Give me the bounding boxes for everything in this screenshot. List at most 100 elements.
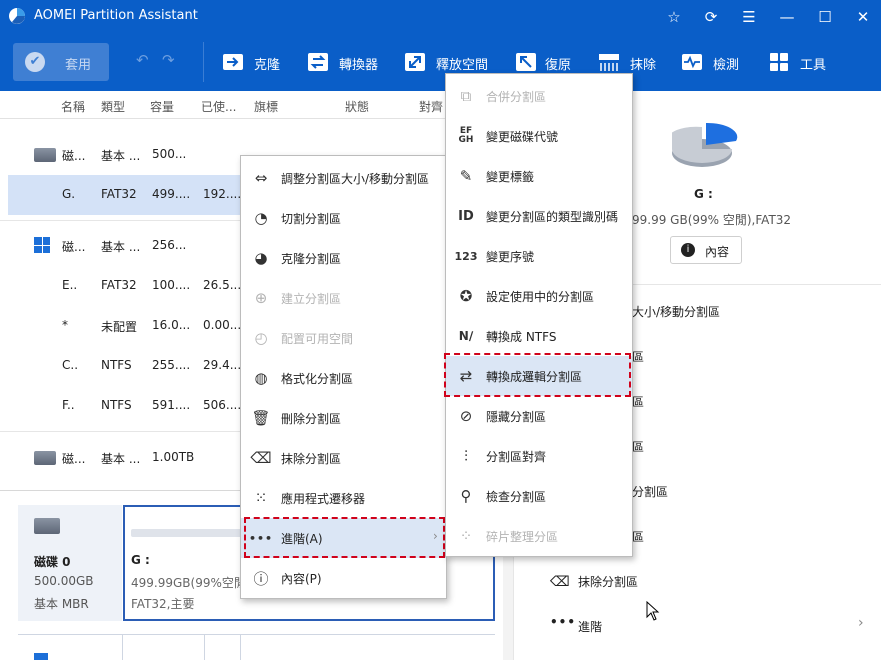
usage-bar bbox=[131, 529, 251, 537]
apply-button[interactable]: ✔ 套用 bbox=[13, 43, 109, 81]
menu-icon[interactable]: ☰ bbox=[738, 6, 760, 28]
row-type: 基本 ... bbox=[101, 240, 141, 254]
refresh-icon[interactable]: ⟳ bbox=[700, 6, 722, 28]
split-icon: ◔ bbox=[254, 209, 268, 227]
op-advanced[interactable]: 進階 bbox=[578, 618, 602, 635]
col-flag[interactable]: 旗標 bbox=[254, 98, 278, 115]
menu-delete-partition[interactable]: 🗑 刪除分割區 bbox=[241, 398, 446, 438]
redo-icon[interactable]: ↷ bbox=[162, 51, 175, 69]
menu-allocate-space[interactable]: ◴ 配置可用空間 bbox=[241, 318, 446, 358]
menu-defrag[interactable]: ⁘ 碎片整理分區 bbox=[446, 516, 632, 556]
row-capacity: 256... bbox=[152, 238, 187, 252]
partition-name: G : bbox=[131, 553, 150, 567]
pie-chart-icon bbox=[672, 122, 738, 167]
col-name[interactable]: 名稱 bbox=[61, 98, 85, 115]
serial-icon: 123 bbox=[454, 249, 478, 263]
menu-resize-partition[interactable]: ⇔ 調整分割區大小/移動分割區 bbox=[241, 158, 446, 198]
menu-label: 變更標籤 bbox=[486, 170, 535, 184]
id-icon: ID bbox=[458, 208, 474, 224]
resize-icon: ⇔ bbox=[254, 169, 268, 187]
properties-button[interactable]: i 內容 bbox=[670, 236, 742, 264]
merge-icon: ⧉ bbox=[460, 87, 472, 105]
cursor-icon bbox=[646, 601, 660, 621]
test-button[interactable]: 檢測 bbox=[681, 43, 751, 81]
menu-align-partition[interactable]: ⫶ 分割區對齊 bbox=[446, 436, 632, 476]
row-used: 26.5... bbox=[203, 278, 242, 292]
menu-convert-ntfs[interactable]: N∕ 轉換成 NTFS bbox=[446, 316, 632, 356]
menu-change-serial[interactable]: 123 變更序號 bbox=[446, 236, 632, 276]
col-capacity[interactable]: 容量 bbox=[150, 98, 174, 115]
menu-clone-partition[interactable]: ◕ 克隆分割區 bbox=[241, 238, 446, 278]
row-used: 0.00... bbox=[203, 318, 242, 332]
ntfs-icon: N∕ bbox=[458, 329, 474, 343]
col-status[interactable]: 狀態 bbox=[345, 98, 369, 115]
op-item[interactable]: 分割區 bbox=[632, 483, 668, 500]
menu-create-partition[interactable]: ⊕ 建立分割區 bbox=[241, 278, 446, 318]
eraser-icon: ⌫ bbox=[250, 449, 272, 467]
op-item[interactable]: 區 bbox=[632, 438, 644, 455]
row-capacity: 500... bbox=[152, 147, 187, 161]
star-icon[interactable]: ☆ bbox=[663, 6, 685, 28]
op-item[interactable]: 區 bbox=[632, 393, 644, 410]
menu-label: 變更磁碟代號 bbox=[486, 130, 559, 144]
row-capacity: 591.... bbox=[152, 398, 191, 412]
menu-label: 檢查分割區 bbox=[486, 490, 547, 504]
undo-icon[interactable]: ↶ bbox=[136, 51, 149, 69]
col-align[interactable]: 對齊 bbox=[419, 98, 443, 115]
op-erase[interactable]: 抹除分割區 bbox=[578, 573, 638, 590]
recover-label: 復原 bbox=[545, 58, 572, 73]
menu-change-type-id[interactable]: ID 變更分割區的類型識別碼 bbox=[446, 196, 632, 236]
menu-format-partition[interactable]: ◍ 格式化分割區 bbox=[241, 358, 446, 398]
drive-letter-icon: EF GH bbox=[458, 126, 474, 145]
menu-split-partition[interactable]: ◔ 切割分割區 bbox=[241, 198, 446, 238]
maximize-button[interactable]: ☐ bbox=[814, 6, 836, 28]
menu-label: 變更分割區的類型識別碼 bbox=[486, 210, 619, 224]
row-type: FAT32 bbox=[101, 187, 137, 201]
col-type[interactable]: 類型 bbox=[101, 98, 125, 115]
menu-check-partition[interactable]: ⚲ 檢查分割區 bbox=[446, 476, 632, 516]
converter-label: 轉換器 bbox=[339, 58, 379, 73]
menu-label: 設定使用中的分割區 bbox=[486, 290, 595, 304]
col-used[interactable]: 已使... bbox=[201, 98, 236, 115]
menu-label: 變更序號 bbox=[486, 250, 535, 264]
row-type: 基本 ... bbox=[101, 452, 141, 466]
row-capacity: 16.0... bbox=[152, 318, 191, 332]
info-icon: ⓘ bbox=[253, 569, 269, 588]
partition-size: 499.99GB(99%空閒 bbox=[131, 576, 246, 590]
row-name: 磁... bbox=[62, 240, 86, 254]
search-icon: ⚲ bbox=[460, 487, 472, 505]
minimize-button[interactable]: — bbox=[776, 6, 798, 28]
menu-label: 克隆分割區 bbox=[281, 252, 342, 266]
converter-button[interactable]: 轉換器 bbox=[307, 43, 387, 81]
disk-0-card[interactable]: 磁碟 0 500.00GB 基本 MBR bbox=[18, 505, 122, 621]
tools-button[interactable]: 工具 bbox=[768, 43, 838, 81]
row-type: 基本 ... bbox=[101, 149, 141, 163]
divider bbox=[240, 635, 241, 660]
close-button[interactable]: ✕ bbox=[852, 6, 874, 28]
app-title: AOMEI Partition Assistant bbox=[34, 8, 198, 23]
row-capacity: 1.00TB bbox=[152, 450, 195, 464]
menu-change-label[interactable]: ✎ 變更標籤 bbox=[446, 156, 632, 196]
divider bbox=[204, 635, 205, 660]
menu-hide-partition[interactable]: ⊘ 隱藏分割區 bbox=[446, 396, 632, 436]
menu-merge-partition[interactable]: ⧉ 合併分割區 bbox=[446, 76, 632, 116]
menu-set-active[interactable]: ✪ 設定使用中的分割區 bbox=[446, 276, 632, 316]
more-icon: ••• bbox=[550, 615, 577, 629]
clone-label: 克隆 bbox=[254, 58, 281, 73]
wipe-label: 抹除 bbox=[630, 58, 657, 73]
pencil-icon: ✎ bbox=[459, 167, 473, 185]
op-item[interactable]: 區 bbox=[632, 348, 644, 365]
disk-size: 500.00GB bbox=[34, 574, 94, 588]
menu-change-drive-letter[interactable]: EF GH 變更磁碟代號 bbox=[446, 116, 632, 156]
menu-label: 調整分割區大小/移動分割區 bbox=[281, 172, 430, 186]
clone-button[interactable]: 克隆 bbox=[222, 43, 292, 81]
menu-app-mover[interactable]: ⁙ 應用程式遷移器 bbox=[241, 478, 446, 518]
app-logo-icon bbox=[8, 7, 26, 25]
menu-properties[interactable]: ⓘ 內容(P) bbox=[241, 558, 446, 598]
disk-type: 基本 MBR bbox=[34, 597, 89, 611]
row-type: NTFS bbox=[101, 358, 132, 372]
menu-wipe-partition[interactable]: ⌫ 抹除分割區 bbox=[241, 438, 446, 478]
partition-fs: FAT32,主要 bbox=[131, 597, 195, 611]
op-item[interactable]: 區 bbox=[632, 528, 644, 545]
op-resize[interactable]: 大小/移動分割區 bbox=[632, 303, 720, 320]
